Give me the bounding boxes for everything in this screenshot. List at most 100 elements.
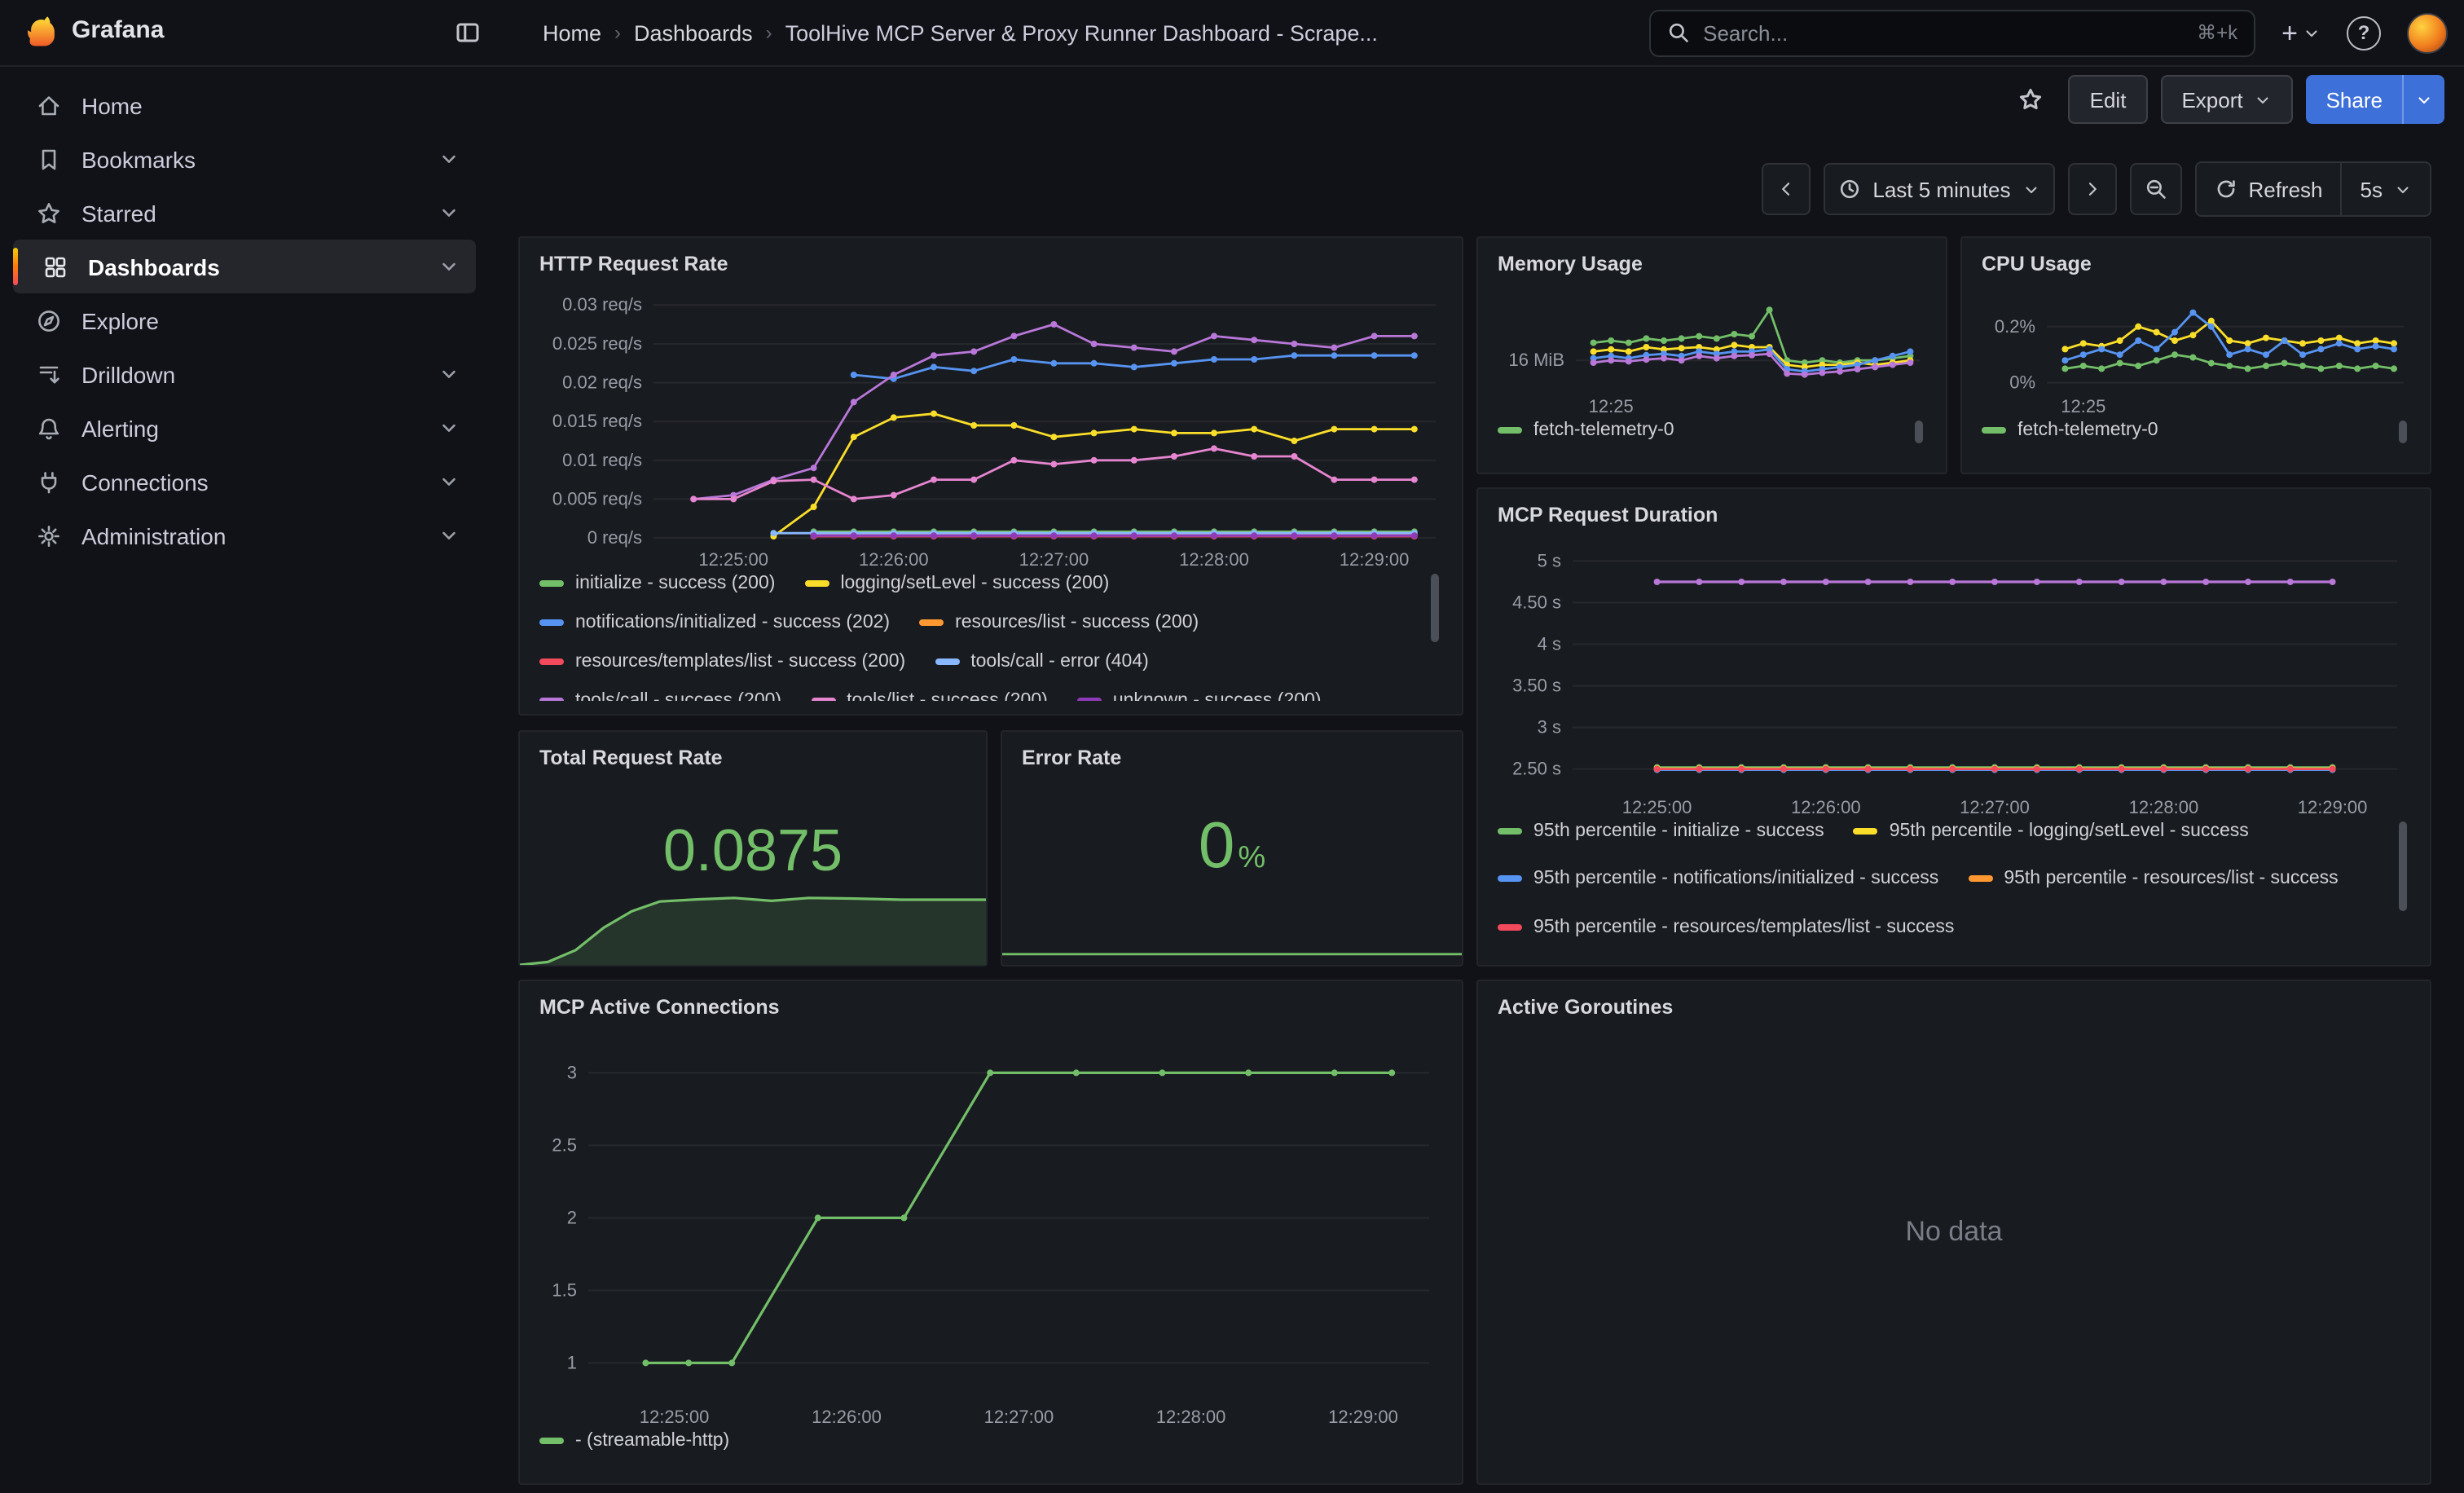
- sidebar-item-bookmarks[interactable]: Bookmarks: [13, 132, 476, 186]
- legend-item[interactable]: fetch-telemetry-0: [1982, 417, 2158, 443]
- chevron-down-icon: [2303, 24, 2321, 42]
- svg-text:12:29:00: 12:29:00: [2298, 797, 2368, 817]
- sidebar-item-explore[interactable]: Explore: [13, 293, 476, 347]
- legend-item[interactable]: tools/list - success (200): [811, 688, 1048, 701]
- legend-item[interactable]: tools/call - success (200): [539, 688, 781, 701]
- legend: 95th percentile - initialize - success 95…: [1498, 818, 2371, 949]
- svg-text:12:25:00: 12:25:00: [698, 549, 768, 570]
- legend-scrollbar[interactable]: [2399, 421, 2407, 443]
- zoom-out-button[interactable]: [2129, 163, 2181, 215]
- error-rate-value: 0: [1199, 810, 1235, 883]
- search-input[interactable]: Search... ⌘+k: [1649, 9, 2255, 56]
- panel-title[interactable]: Memory Usage: [1498, 248, 1926, 280]
- sidebar-item-dashboards[interactable]: Dashboards: [13, 240, 476, 293]
- sidebar-item-alerting[interactable]: Alerting: [13, 401, 476, 455]
- legend-item[interactable]: resources/list - success (200): [919, 610, 1199, 636]
- chevron-down-icon[interactable]: [438, 363, 460, 385]
- svg-text:0.025 req/s: 0.025 req/s: [552, 333, 642, 354]
- panel-title[interactable]: CPU Usage: [1982, 248, 2410, 280]
- sidebar-toggle-icon[interactable]: [447, 13, 489, 52]
- clock-icon: [1838, 178, 1861, 200]
- legend-item[interactable]: 95th percentile - logging/setLevel - suc…: [1854, 818, 2249, 844]
- legend-item[interactable]: notifications/initialized - success (202…: [539, 610, 890, 636]
- chevron-down-icon[interactable]: [438, 417, 460, 438]
- grafana-app: Grafana Home › Dashboards › ToolHive MCP…: [0, 0, 2464, 1493]
- legend-item[interactable]: 95th percentile - resources/templates/li…: [1498, 914, 1954, 940]
- legend-item[interactable]: fetch-telemetry-0: [1498, 417, 1674, 443]
- share-menu-button[interactable]: [2402, 75, 2444, 124]
- svg-text:0%: 0%: [2009, 372, 2035, 393]
- legend: - (streamable-http): [539, 1428, 1442, 1460]
- chevron-down-icon[interactable]: [438, 256, 460, 277]
- refresh-button[interactable]: Refresh: [2196, 163, 2340, 215]
- svg-text:12:25:00: 12:25:00: [640, 1407, 710, 1427]
- chevron-down-icon[interactable]: [438, 202, 460, 223]
- chevron-down-icon: [2022, 180, 2039, 198]
- sidebar-item-administration[interactable]: Administration: [13, 509, 476, 562]
- legend-item[interactable]: 95th percentile - notifications/initiali…: [1498, 866, 1938, 892]
- svg-text:4.50 s: 4.50 s: [1512, 592, 1561, 612]
- share-button[interactable]: Share: [2307, 75, 2402, 124]
- drilldown-icon: [36, 361, 62, 387]
- stat-value: 0 %: [1022, 810, 1442, 883]
- total-request-rate-sparkline: [520, 880, 986, 965]
- time-toolbar: Last 5 minutes Refresh 5s: [1762, 161, 2431, 217]
- legend-container: fetch-telemetry-0: [1498, 417, 1926, 450]
- svg-text:4 s: 4 s: [1538, 633, 1561, 654]
- breadcrumb-home[interactable]: Home: [543, 20, 601, 45]
- chevron-down-icon[interactable]: [438, 525, 460, 546]
- refresh-interval-dropdown[interactable]: 5s: [2341, 163, 2430, 215]
- time-shift-forward-button[interactable]: [2067, 163, 2116, 215]
- legend-item[interactable]: - (streamable-http): [539, 1428, 729, 1454]
- legend-item[interactable]: tools/call - error (404): [935, 649, 1149, 675]
- chevron-down-icon[interactable]: [438, 148, 460, 170]
- edit-button[interactable]: Edit: [2069, 75, 2148, 124]
- help-button[interactable]: ?: [2347, 15, 2381, 50]
- legend-item[interactable]: unknown - success (200): [1077, 688, 1322, 701]
- mcp-active-connections-chart[interactable]: 32.521.5112:25:0012:26:0012:27:0012:28:0…: [539, 1024, 1445, 1428]
- legend-scrollbar[interactable]: [1915, 421, 1923, 443]
- panel-title[interactable]: MCP Active Connections: [539, 991, 1442, 1024]
- legend-container: initialize - success (200) logging/setLev…: [539, 570, 1442, 701]
- mcp-request-duration-chart[interactable]: 5 s4.50 s4 s3.50 s3 s2.50 s12:25:0012:26…: [1498, 531, 2413, 818]
- sidebar-item-label: Alerting: [81, 415, 419, 441]
- breadcrumb-dashboards[interactable]: Dashboards: [634, 20, 753, 45]
- legend-item[interactable]: initialize - success (200): [539, 570, 775, 597]
- panel-title[interactable]: Total Request Rate: [539, 742, 966, 774]
- active-accent-bar: [13, 248, 18, 285]
- stat-value: 0.0875: [539, 817, 966, 885]
- sidebar-item-connections[interactable]: Connections: [13, 455, 476, 509]
- chevron-down-icon[interactable]: [438, 471, 460, 492]
- legend-item[interactable]: 95th percentile - initialize - success: [1498, 818, 1824, 844]
- legend-item[interactable]: logging/setLevel - success (200): [804, 570, 1109, 597]
- export-label: Export: [2181, 87, 2242, 112]
- http-request-rate-chart[interactable]: 0 req/s0.005 req/s0.01 req/s0.015 req/s0…: [539, 280, 1445, 570]
- total-request-rate-value: 0.0875: [663, 817, 843, 885]
- export-button[interactable]: Export: [2160, 75, 2293, 124]
- sidebar-item-label: Starred: [81, 200, 419, 226]
- panel-title[interactable]: MCP Request Duration: [1498, 499, 2410, 531]
- time-range-picker[interactable]: Last 5 minutes: [1824, 163, 2054, 215]
- sidebar-item-label: Connections: [81, 469, 419, 495]
- grafana-logo-icon[interactable]: [23, 15, 59, 51]
- time-shift-back-button[interactable]: [1762, 163, 1811, 215]
- breadcrumb-separator: ›: [614, 21, 621, 44]
- legend-scrollbar[interactable]: [2399, 821, 2407, 911]
- sidebar-item-starred[interactable]: Starred: [13, 186, 476, 240]
- svg-text:0.01 req/s: 0.01 req/s: [562, 450, 642, 470]
- panel-title[interactable]: Error Rate: [1022, 742, 1442, 774]
- sidebar-item-home[interactable]: Home: [13, 78, 476, 132]
- sidebar-item-drilldown[interactable]: Drilldown: [13, 347, 476, 401]
- user-avatar[interactable]: [2407, 12, 2448, 53]
- panel-title[interactable]: HTTP Request Rate: [539, 248, 1442, 280]
- favorite-star-button[interactable]: [2007, 75, 2056, 124]
- legend: initialize - success (200) logging/setLev…: [539, 570, 1416, 701]
- legend-item[interactable]: resources/templates/list - success (200): [539, 649, 905, 675]
- legend-item[interactable]: 95th percentile - resources/list - succe…: [1968, 866, 2338, 892]
- svg-text:12:25:00: 12:25:00: [1622, 797, 1692, 817]
- memory-usage-chart[interactable]: 16 MiB12:25: [1498, 280, 1929, 417]
- legend-scrollbar[interactable]: [1431, 574, 1439, 642]
- new-menu-button[interactable]: +: [2281, 19, 2321, 46]
- svg-text:0.015 req/s: 0.015 req/s: [552, 411, 642, 431]
- cpu-usage-chart[interactable]: 0.2%0%12:25: [1982, 280, 2413, 417]
